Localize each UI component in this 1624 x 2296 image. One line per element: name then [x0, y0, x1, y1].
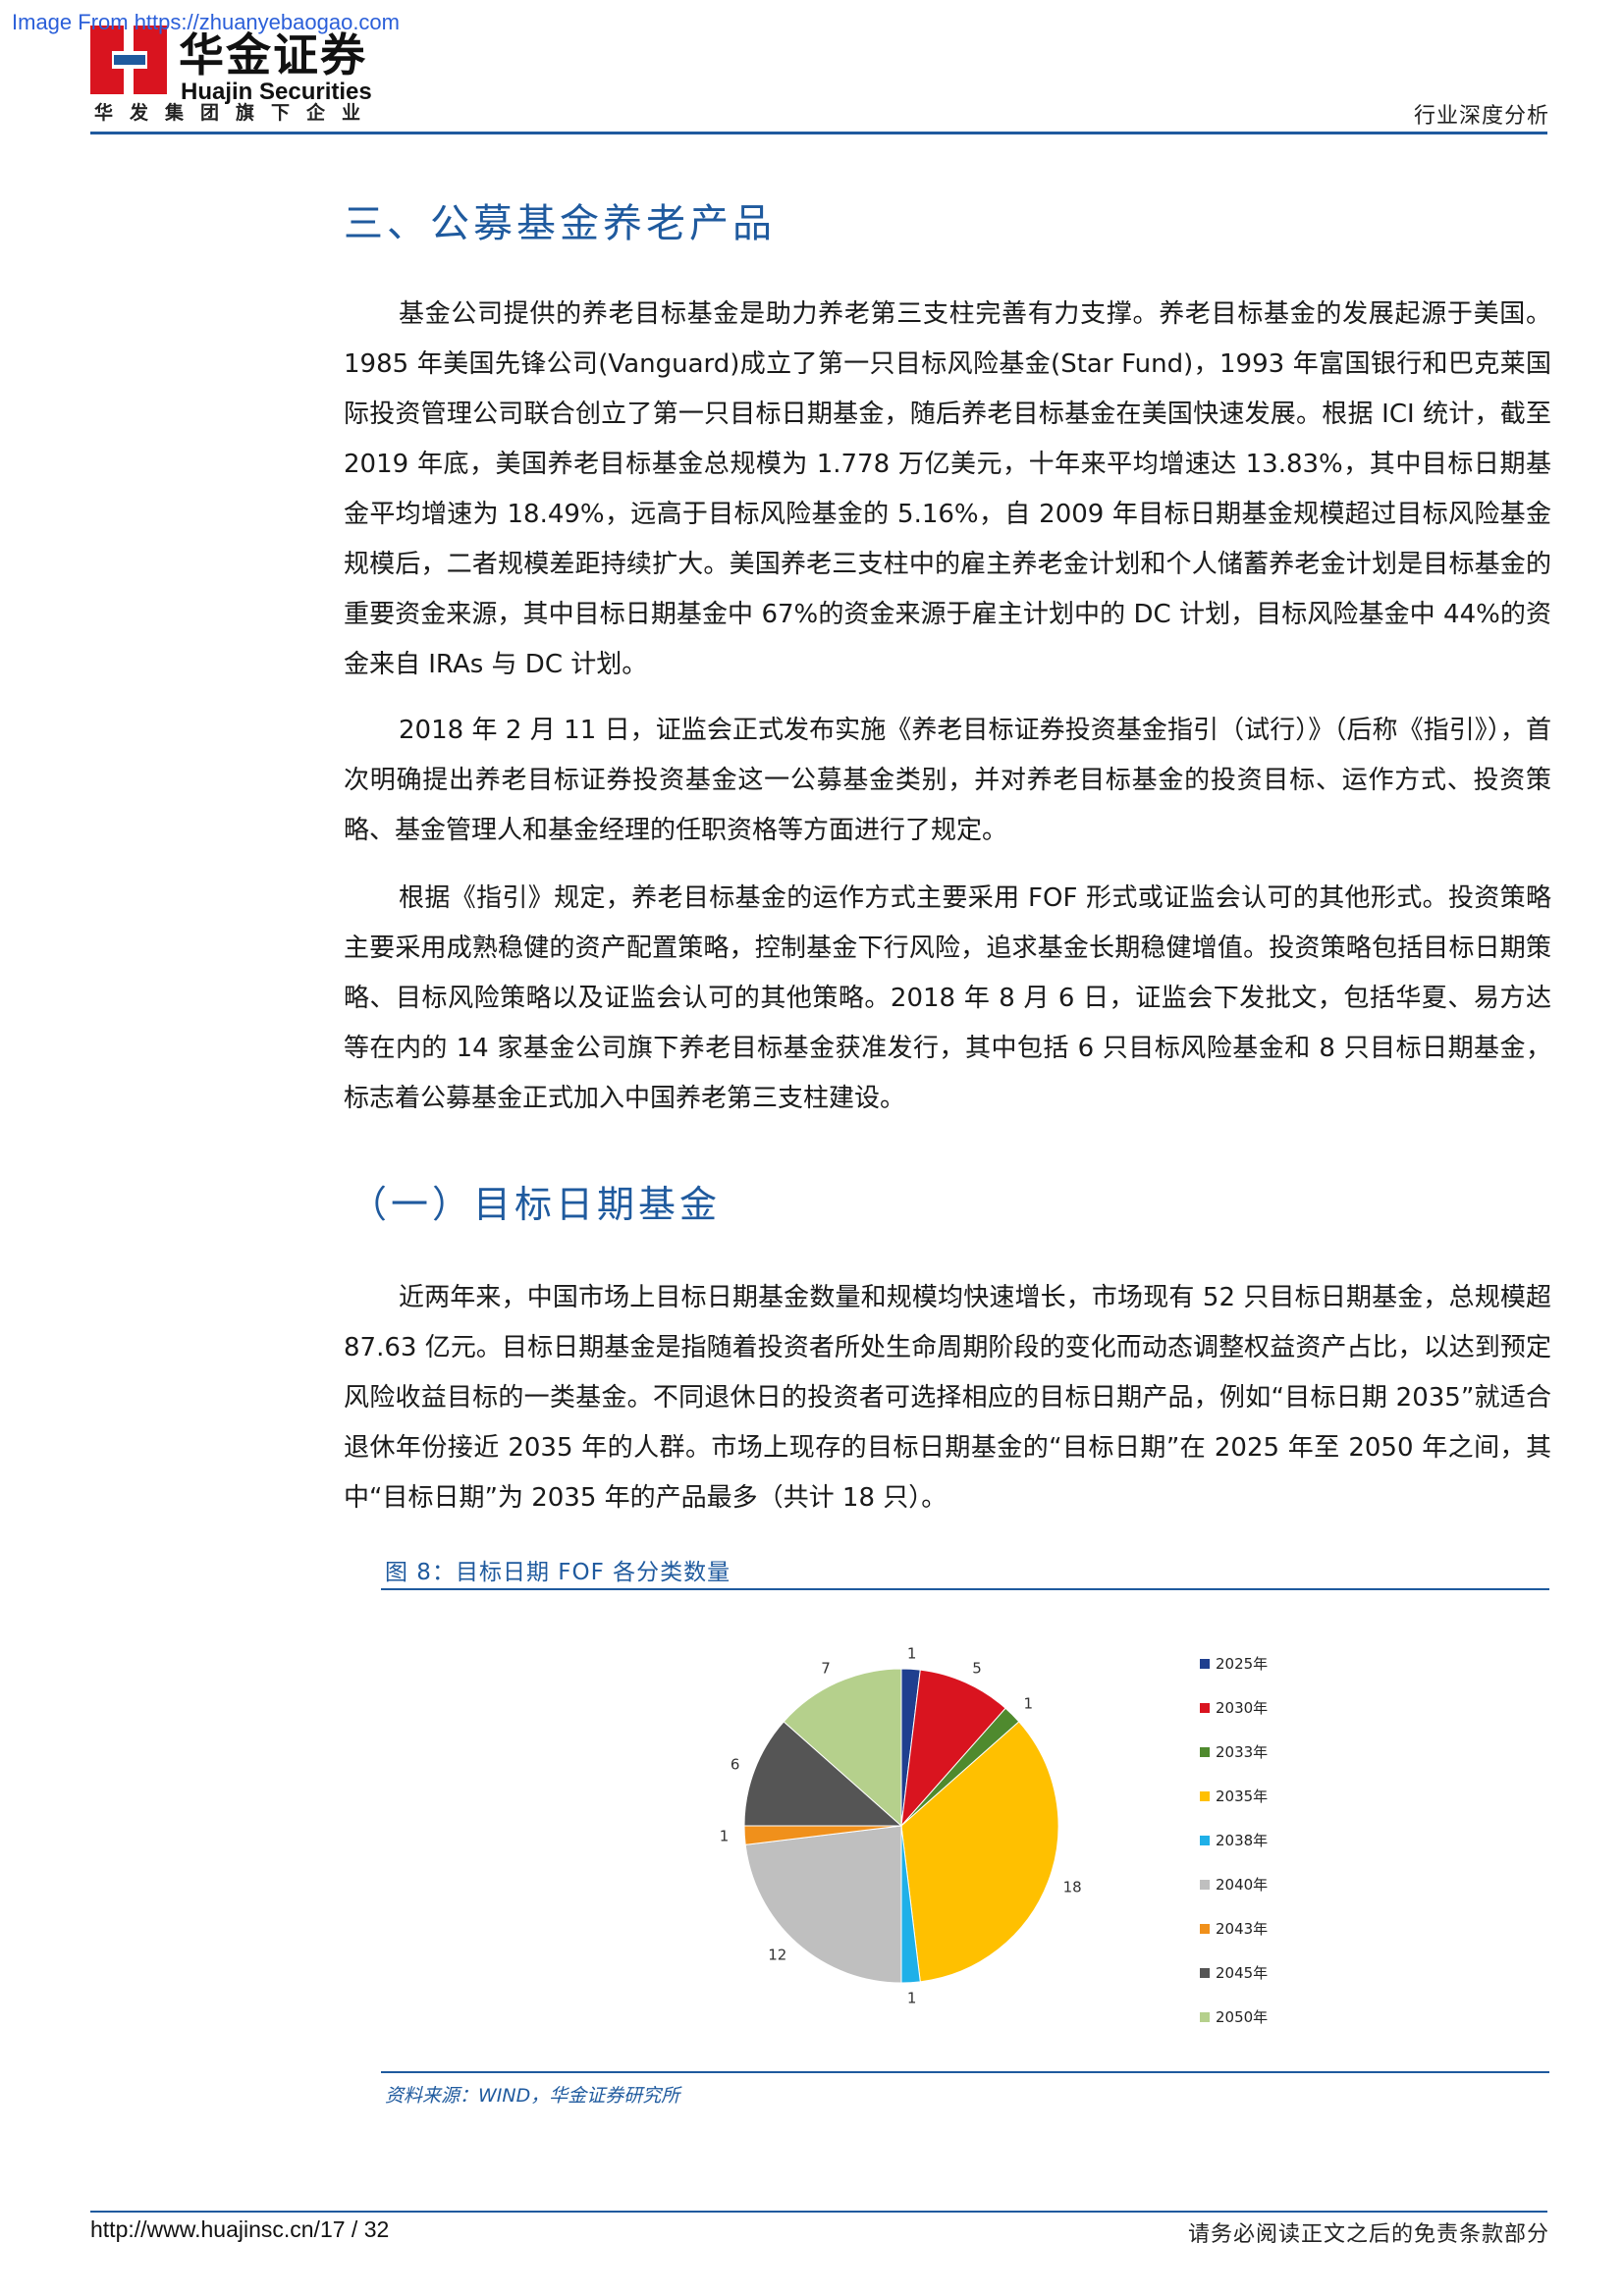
- logo-mark-icon: [90, 26, 167, 94]
- legend-label: 2045年: [1216, 1964, 1269, 1982]
- figure-caption: 图 8：目标日期 FOF 各分类数量: [385, 1560, 731, 1585]
- header-divider: [90, 132, 1547, 134]
- legend-item-2043年: 2043年: [1200, 1906, 1337, 1950]
- legend-label: 2033年: [1216, 1743, 1269, 1761]
- legend-swatch: [1200, 1879, 1210, 1890]
- report-type: 行业深度分析: [1413, 104, 1549, 129]
- legend-label: 2038年: [1216, 1832, 1269, 1849]
- legend-item-2050年: 2050年: [1200, 1995, 1337, 2039]
- pie-data-label-2035年: 18: [1063, 1878, 1082, 1896]
- legend-item-2030年: 2030年: [1200, 1685, 1337, 1730]
- legend-label: 2030年: [1216, 1699, 1269, 1717]
- legend-swatch: [1200, 1746, 1210, 1757]
- pie-data-label-2033年: 1: [1023, 1695, 1033, 1713]
- legend-label: 2040年: [1216, 1876, 1269, 1894]
- figure-source: 资料来源：WIND，华金证券研究所: [385, 2085, 680, 2107]
- legend-item-2035年: 2035年: [1200, 1774, 1337, 1818]
- pie-data-label-2030年: 5: [972, 1660, 982, 1678]
- pie-data-label-2045年: 6: [731, 1756, 740, 1774]
- legend-swatch: [1200, 1658, 1210, 1669]
- legend-swatch: [1200, 1923, 1210, 1934]
- legend-swatch: [1200, 1702, 1210, 1713]
- legend-swatch: [1200, 2011, 1210, 2022]
- subsection-title: （一）目标日期基金: [350, 1183, 722, 1226]
- legend-item-2040年: 2040年: [1200, 1862, 1337, 1906]
- chart-legend: 2025年 2030年 2033年 2035年 2038年 2040年 2043年 2045年…: [1200, 1641, 1337, 2039]
- pie-data-label-2025年: 1: [907, 1644, 917, 1662]
- footer-divider: [90, 2211, 1547, 2213]
- section-paragraph-2: 2018 年 2 月 11 日，证监会正式发布实施《养老目标证券投资基金指引（试…: [344, 716, 1551, 845]
- legend-swatch: [1200, 1790, 1210, 1801]
- group-name: 华发集团旗下企业: [94, 102, 378, 124]
- legend-item-2025年: 2025年: [1200, 1641, 1337, 1685]
- legend-label: 2035年: [1216, 1788, 1269, 1805]
- legend-swatch: [1200, 1835, 1210, 1845]
- legend-label: 2025年: [1216, 1655, 1269, 1673]
- pie-data-label-2043年: 1: [720, 1828, 730, 1845]
- pie-data-label-2040年: 12: [768, 1947, 786, 1964]
- figure-top-rule: [381, 1588, 1549, 1590]
- pie-data-label-2050年: 7: [821, 1660, 831, 1678]
- footer-disclaimer: 请务必阅读正文之后的免责条款部分: [1187, 2222, 1549, 2247]
- section-paragraph-3: 根据《指引》规定，养老目标基金的运作方式主要采用 FOF 形式或证监会认可的其他…: [344, 883, 1551, 1113]
- pie-data-label-2038年: 1: [907, 1990, 917, 2007]
- subsection-paragraph: 近两年来，中国市场上目标日期基金数量和规模均快速增长，市场现有 52 只目标日期…: [344, 1283, 1551, 1513]
- legend-label: 2050年: [1216, 2008, 1269, 2026]
- section-title: 三、公募基金养老产品: [344, 201, 776, 246]
- section-paragraph-1: 基金公司提供的养老目标基金是助力养老第三支柱完善有力支撑。养老目标基金的发展起源…: [344, 299, 1551, 679]
- figure-bottom-rule: [381, 2071, 1549, 2073]
- legend-item-2038年: 2038年: [1200, 1818, 1337, 1862]
- legend-item-2045年: 2045年: [1200, 1950, 1337, 1995]
- footer-url-page: http://www.huajinsc.cn/17 / 32: [90, 2216, 390, 2242]
- legend-swatch: [1200, 1967, 1210, 1978]
- watermark-text: Image From https://zhuanyebaogao.com: [12, 10, 400, 34]
- legend-item-2033年: 2033年: [1200, 1730, 1337, 1774]
- legend-label: 2043年: [1216, 1920, 1269, 1938]
